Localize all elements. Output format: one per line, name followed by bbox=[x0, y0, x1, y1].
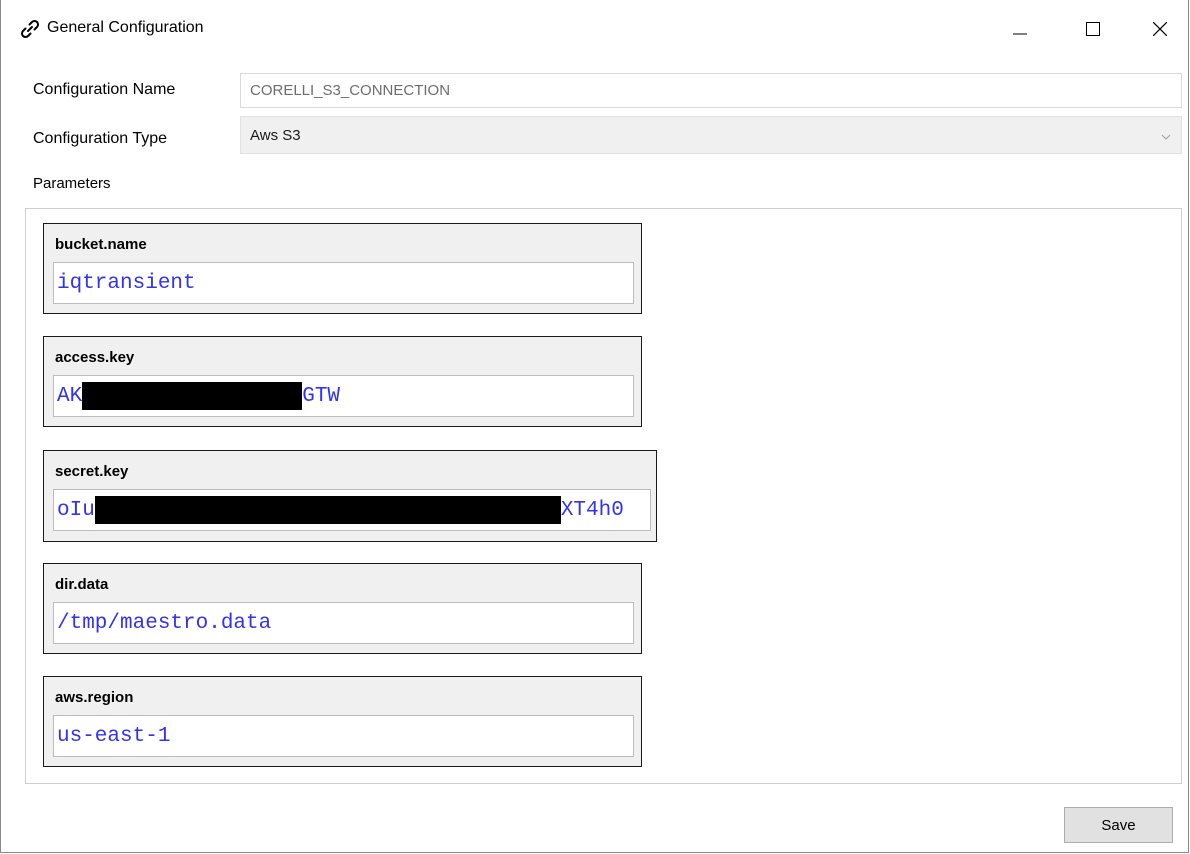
chevron-down-icon bbox=[1161, 128, 1171, 145]
param-label: aws.region bbox=[55, 689, 134, 706]
param-value-input[interactable]: us-east-1 bbox=[53, 715, 634, 757]
link-icon bbox=[19, 18, 41, 40]
configuration-name-field[interactable]: CORELLI_S3_CONNECTION bbox=[240, 73, 1182, 108]
close-button[interactable] bbox=[1137, 8, 1183, 50]
configuration-type-label: Configuration Type bbox=[33, 130, 168, 147]
configuration-type-select[interactable]: Aws S3 bbox=[240, 116, 1182, 154]
redaction-block bbox=[94, 496, 561, 524]
param-value-suffix: XT4h0 bbox=[560, 498, 624, 522]
maximize-button[interactable] bbox=[1070, 8, 1116, 50]
param-card-bucket-name: bucket.name iqtransient bbox=[43, 223, 642, 314]
window-title: General Configuration bbox=[47, 19, 204, 36]
parameters-panel: bucket.name iqtransient access.key AK GT… bbox=[25, 208, 1182, 784]
general-configuration-window: General Configuration Configuration Name… bbox=[0, 0, 1189, 853]
param-value-prefix: oIu bbox=[57, 498, 95, 522]
param-value-input[interactable]: iqtransient bbox=[53, 262, 634, 304]
close-icon bbox=[1153, 22, 1167, 36]
redaction-block bbox=[82, 382, 303, 410]
param-label: secret.key bbox=[55, 463, 129, 480]
maximize-icon bbox=[1086, 22, 1100, 36]
param-label: bucket.name bbox=[55, 236, 147, 253]
configuration-type-value: Aws S3 bbox=[250, 126, 301, 144]
param-value: us-east-1 bbox=[57, 724, 171, 748]
param-card-aws-region: aws.region us-east-1 bbox=[43, 676, 642, 767]
param-value: /tmp/maestro.data bbox=[57, 611, 272, 635]
save-button[interactable]: Save bbox=[1064, 807, 1173, 843]
configuration-name-label: Configuration Name bbox=[33, 81, 176, 98]
param-card-access-key: access.key AK GTW bbox=[43, 336, 642, 427]
configuration-name-value: CORELLI_S3_CONNECTION bbox=[250, 82, 451, 99]
param-value-input[interactable]: oIu XT4h0 bbox=[53, 489, 651, 531]
param-card-dir-data: dir.data /tmp/maestro.data bbox=[43, 563, 642, 654]
param-card-secret-key: secret.key oIu XT4h0 bbox=[43, 450, 657, 542]
param-label: access.key bbox=[55, 349, 135, 366]
minimize-icon bbox=[1013, 33, 1027, 35]
param-value-prefix: AK bbox=[57, 384, 83, 408]
param-label: dir.data bbox=[55, 576, 109, 593]
title-bar: General Configuration bbox=[1, 0, 1188, 58]
param-value-input[interactable]: /tmp/maestro.data bbox=[53, 602, 634, 644]
param-value: iqtransient bbox=[57, 271, 196, 295]
param-value-input[interactable]: AK GTW bbox=[53, 375, 634, 417]
minimize-button[interactable] bbox=[997, 8, 1043, 50]
param-value-suffix: GTW bbox=[302, 384, 341, 408]
parameters-label: Parameters bbox=[33, 175, 111, 192]
